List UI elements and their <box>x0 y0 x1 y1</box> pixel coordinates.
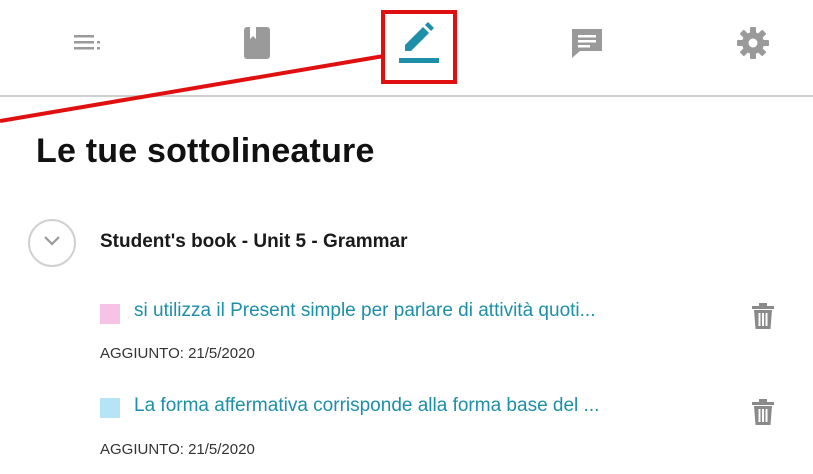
page-title: Le tue sottolineature <box>36 132 375 170</box>
added-date: AGGIUNTO: 21/5/2020 <box>100 345 255 362</box>
annotation-highlight-box <box>381 10 457 84</box>
trash-icon[interactable] <box>750 398 776 431</box>
collapse-section-button[interactable] <box>28 219 76 267</box>
highlight-color-swatch <box>100 398 120 418</box>
highlight-color-swatch <box>100 304 120 324</box>
chevron-down-icon <box>43 234 61 252</box>
list-item: si utilizza il Present simple per parlar… <box>100 290 790 370</box>
trash-icon[interactable] <box>750 302 776 335</box>
highlight-text-link[interactable]: si utilizza il Present simple per parlar… <box>134 300 595 322</box>
highlight-text-link[interactable]: La forma affermativa corrisponde alla fo… <box>134 395 599 417</box>
added-date: AGGIUNTO: 21/5/2020 <box>100 441 255 458</box>
section-title: Student's book - Unit 5 - Grammar <box>100 231 408 252</box>
list-item: La forma affermativa corrisponde alla fo… <box>100 386 790 466</box>
